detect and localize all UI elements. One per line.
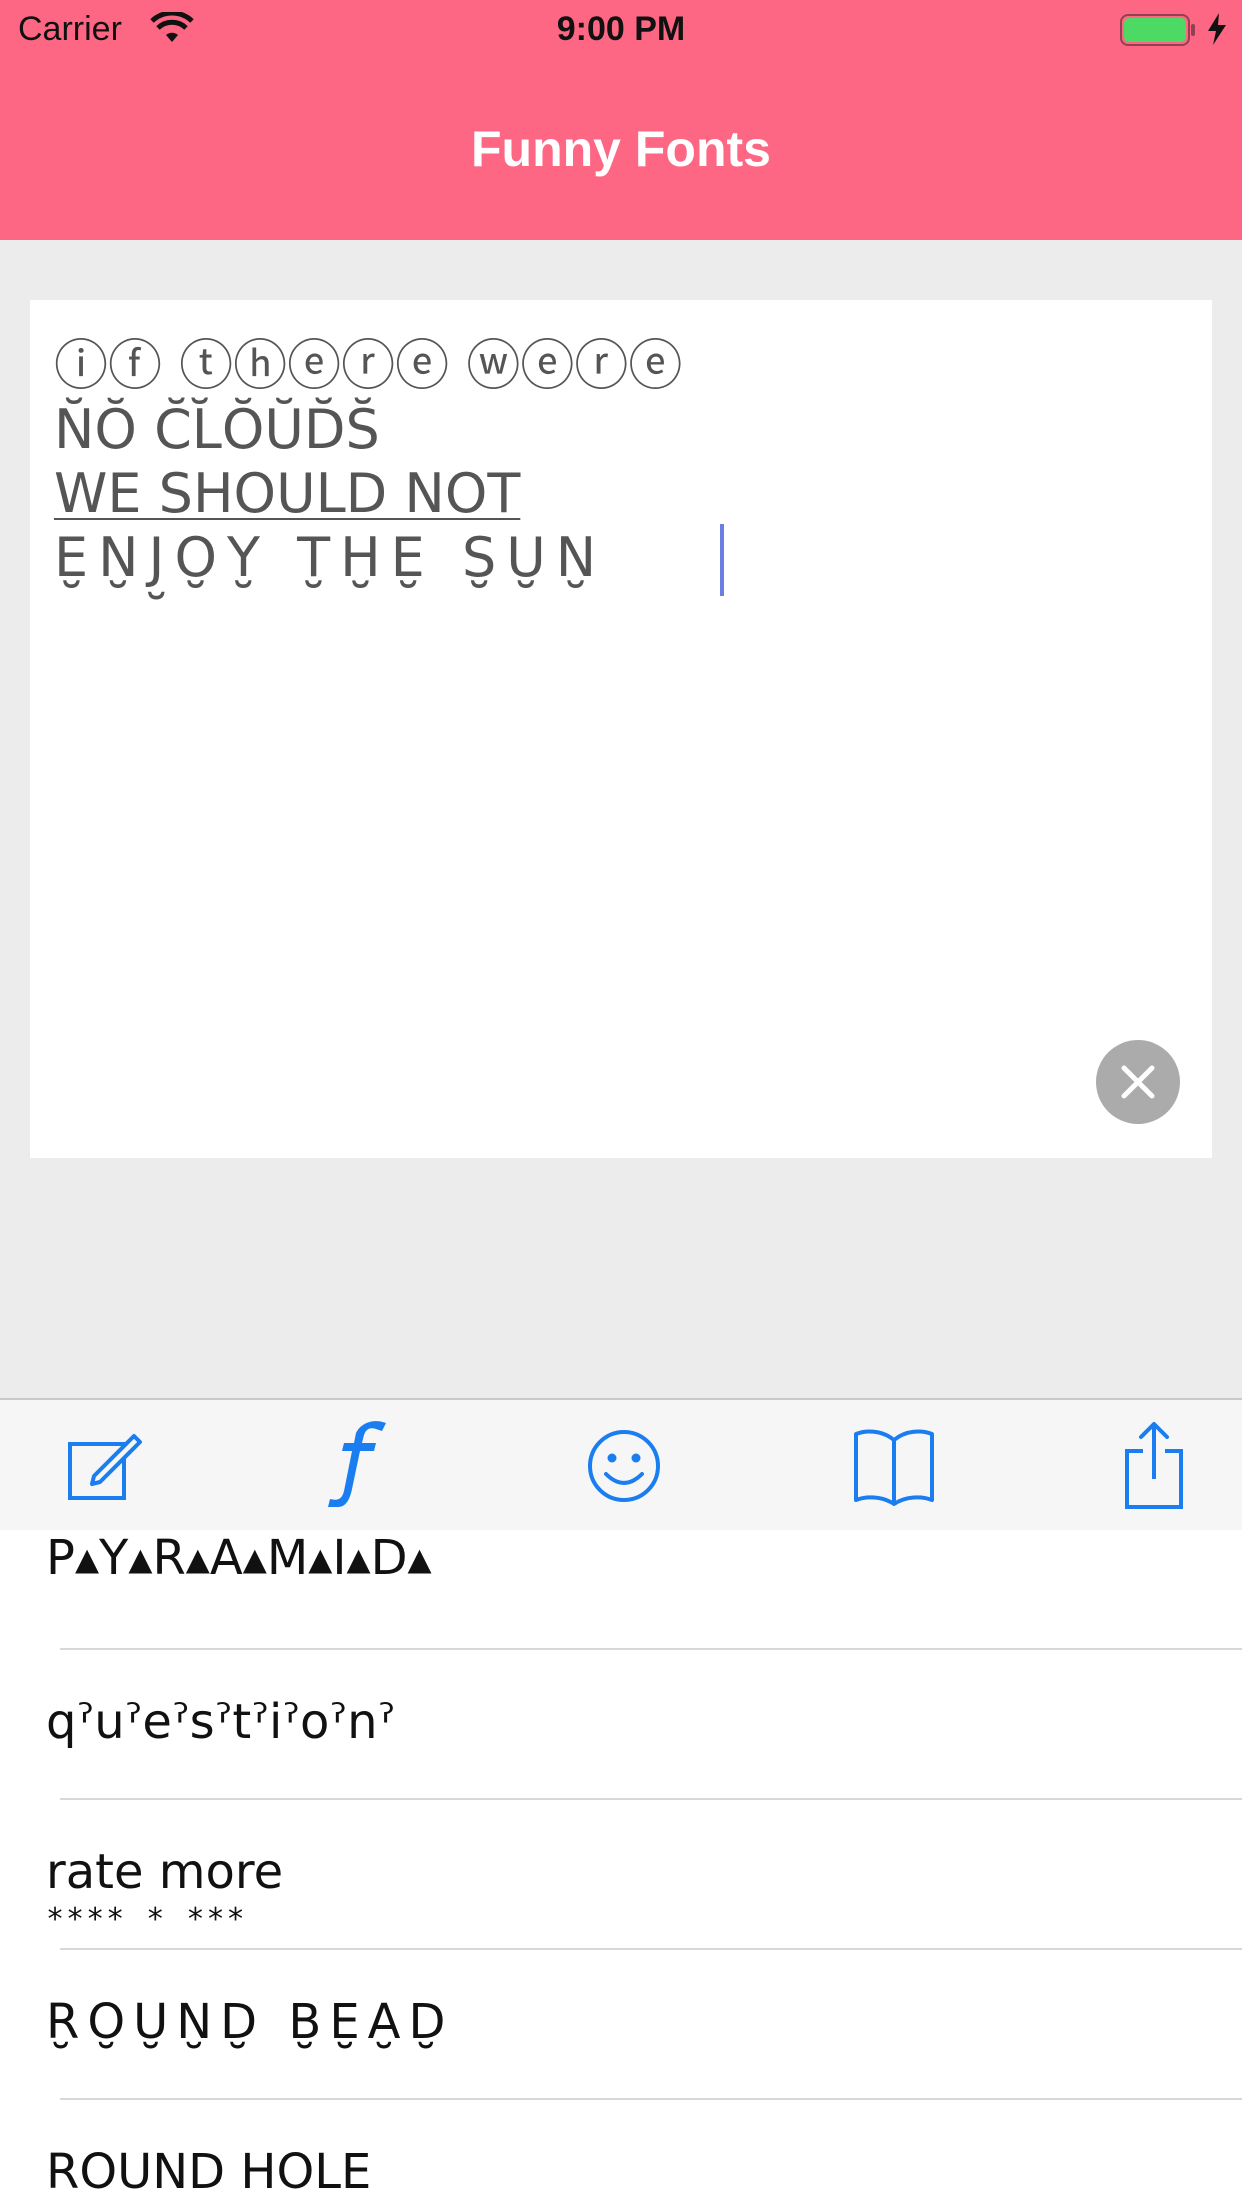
book-icon [854, 1429, 934, 1506]
editor-line: ⓘⓕ ⓣⓗⓔⓡⓔ ⓦⓔⓡⓔ [54, 334, 683, 397]
text-caret [720, 524, 724, 596]
list-item[interactable]: R̮O̮U̮N̮D̮ B̮E̮A̮D̮ [0, 1950, 1242, 2100]
emoji-button[interactable] [576, 1418, 672, 1514]
page-title: Funny Fonts [471, 121, 771, 177]
clock: 9:00 PM [556, 10, 686, 48]
charging-bolt-icon [1206, 12, 1228, 51]
edit-button[interactable] [56, 1418, 152, 1514]
smiley-icon [588, 1430, 660, 1502]
clear-button[interactable] [1096, 1040, 1180, 1124]
font-style-label: rate more [46, 1844, 284, 1900]
status-bar: Carrier 9:00 PM [0, 0, 1242, 62]
font-style-label: ROUND HOLE [46, 2144, 372, 2200]
battery-icon [1120, 14, 1196, 51]
font-style-label: R̮O̮U̮N̮D̮ B̮E̮A̮D̮ [46, 1994, 454, 2050]
fonts-button[interactable] [308, 1418, 404, 1514]
editor-line: E̮N̮J̮O̮Y̮ T̮ḪE̮ S̮U̮N̮ [54, 526, 607, 589]
library-button[interactable] [846, 1418, 942, 1514]
editor-text[interactable]: ⓘⓕ ⓣⓗⓔⓡⓔ ⓦⓔⓡⓔ N̆Ŏ C̆L̆ŎŬD̆S̆ WE SHOULD N… [54, 334, 682, 590]
compose-icon [68, 1434, 142, 1500]
text-editor[interactable]: ⓘⓕ ⓣⓗⓔⓡⓔ ⓦⓔⓡⓔ N̆Ŏ C̆L̆ŎŬD̆S̆ WE SHOULD N… [30, 300, 1212, 1158]
list-item[interactable]: ROUND HOLE [0, 2100, 1242, 2208]
font-style-sublabel: **** * *** [46, 1902, 247, 1937]
editor-line: N̆Ŏ C̆L̆ŎŬD̆S̆ [54, 398, 380, 461]
font-list: P▴Y▴R▴A▴M▴I▴D▴ qˀuˀeˀsˀtˀiˀoˀnˀ rate mor… [0, 1530, 1242, 2208]
editor-line: WE SHOULD NOT [54, 462, 521, 525]
list-item[interactable]: P▴Y▴R▴A▴M▴I▴D▴ [0, 1530, 1242, 1650]
share-button[interactable] [1106, 1418, 1202, 1514]
font-f-icon [328, 1421, 386, 1507]
clear-icon [1121, 1065, 1155, 1099]
font-style-label: P▴Y▴R▴A▴M▴I▴D▴ [46, 1530, 432, 1586]
share-icon [1125, 1422, 1183, 1509]
nav-bar: Funny Fonts [0, 62, 1242, 240]
list-item[interactable]: rate more **** * *** [0, 1800, 1242, 1950]
bottom-toolbar [0, 1398, 1242, 1532]
font-style-label: qˀuˀeˀsˀtˀiˀoˀnˀ [46, 1694, 396, 1750]
list-item[interactable]: qˀuˀeˀsˀtˀiˀoˀnˀ [0, 1650, 1242, 1800]
